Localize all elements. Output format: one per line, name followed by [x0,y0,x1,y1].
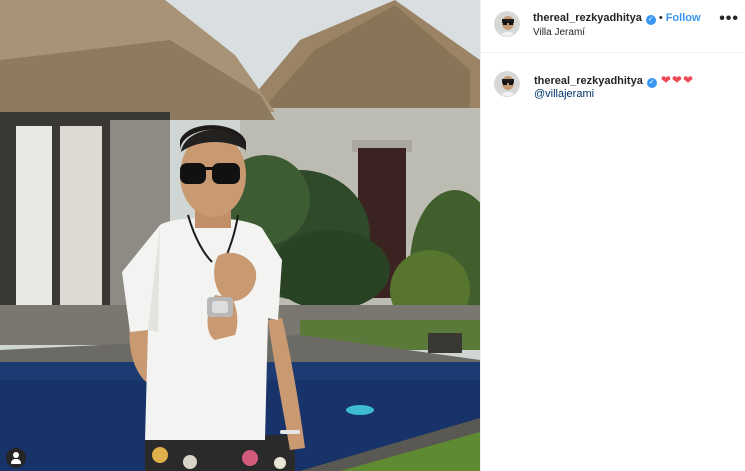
caption-username-row: thereal_rezkyadhitya ✓ ❤❤❤ [534,73,694,88]
header-separator: • [658,12,663,24]
post-photo[interactable] [0,0,480,471]
post-header: thereal_rezkyadhitya ✓ • Follow Villa Jeram… [481,0,745,53]
user-tag-icon[interactable] [6,448,26,468]
caption-avatar[interactable] [494,71,520,97]
author-username-row: thereal_rezkyadhitya ✓ • Follow [533,12,701,25]
author-username[interactable]: thereal_rezkyadhitya [533,12,642,24]
author-avatar[interactable] [494,11,520,37]
verified-badge-icon: ✓ [645,15,656,25]
user-tag-body [11,459,21,464]
post-side-panel: thereal_rezkyadhitya ✓ • Follow Villa Jeram… [480,0,745,471]
post-location[interactable]: Villa Jeramí [533,27,585,38]
user-tag-head [13,452,19,458]
avatar-image [495,12,519,36]
caption-mention-link[interactable]: @villajerami [534,88,594,100]
caption-username[interactable]: thereal_rezkyadhitya [534,75,643,87]
follow-button[interactable]: Follow [666,12,701,24]
avatar-image [495,72,519,96]
more-options-icon[interactable]: ••• [719,11,739,27]
caption-hearts: ❤❤❤ [660,73,695,87]
photo-scene [0,0,480,471]
verified-badge-icon: ✓ [646,78,657,88]
